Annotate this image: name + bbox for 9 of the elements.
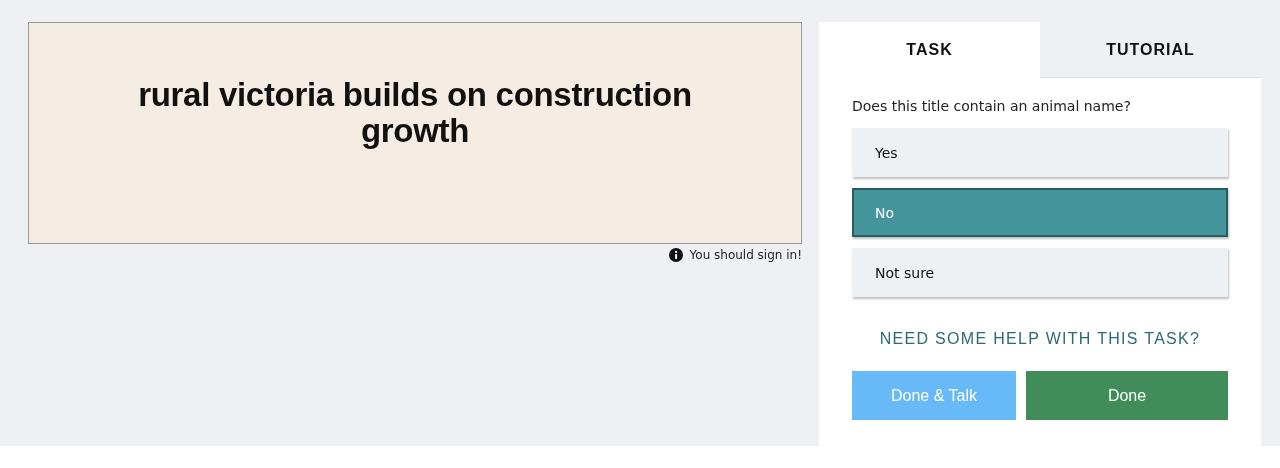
info-icon xyxy=(668,248,683,262)
sign-in-notice: You should sign in! xyxy=(689,248,802,262)
question-text: Does this title contain an animal name? xyxy=(852,98,1132,114)
help-link[interactable]: NEED SOME HELP WITH THIS TASK? xyxy=(879,330,1201,348)
answer-option[interactable]: Yes xyxy=(852,128,1228,177)
tab[interactable]: TUTORIAL xyxy=(1040,22,1261,78)
answer-option[interactable]: Not sure xyxy=(852,248,1228,297)
headline-text: rural victoria builds on construction growth xyxy=(137,77,693,149)
done-button[interactable]: Done xyxy=(1026,371,1228,420)
